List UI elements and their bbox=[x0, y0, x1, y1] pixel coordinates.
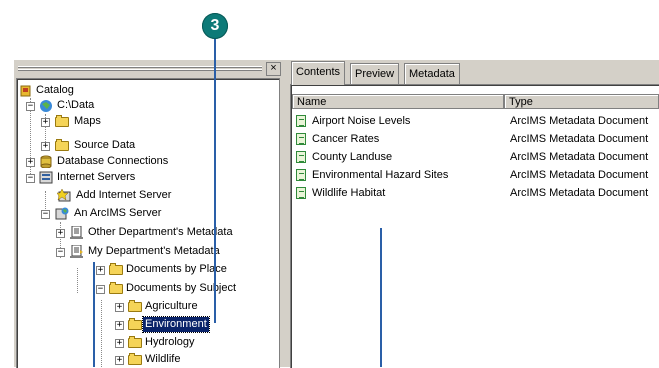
database-icon bbox=[39, 155, 53, 169]
expand-icon[interactable]: + bbox=[115, 321, 124, 330]
callout-leader-line bbox=[380, 228, 382, 367]
expand-icon[interactable]: + bbox=[115, 303, 124, 312]
tree-guide bbox=[101, 300, 103, 367]
folder-icon bbox=[128, 336, 142, 348]
metadata-service-icon bbox=[70, 225, 84, 239]
folder-icon bbox=[109, 282, 123, 294]
callout-leader-line bbox=[214, 38, 216, 323]
step-callout: 3 bbox=[202, 13, 228, 39]
collapse-icon[interactable]: − bbox=[41, 210, 50, 219]
collapse-icon[interactable]: − bbox=[26, 102, 35, 111]
tab-preview[interactable]: Preview bbox=[350, 63, 400, 84]
expand-icon[interactable]: + bbox=[115, 356, 124, 365]
server-icon bbox=[39, 171, 53, 184]
expand-icon[interactable]: + bbox=[56, 229, 65, 238]
collapse-icon[interactable]: − bbox=[26, 174, 35, 183]
tree-title-bar: × bbox=[16, 62, 281, 76]
expand-icon[interactable]: + bbox=[96, 266, 105, 275]
folder-icon bbox=[55, 139, 69, 151]
catalog-icon bbox=[20, 85, 31, 97]
metadata-service-icon bbox=[70, 244, 84, 258]
tab-contents[interactable]: Contents bbox=[291, 61, 346, 85]
open-folder-icon bbox=[128, 318, 142, 330]
close-icon: × bbox=[270, 62, 277, 74]
callout-leader-line bbox=[93, 262, 95, 367]
expand-icon[interactable]: + bbox=[26, 158, 35, 167]
metadata-document-icon bbox=[296, 115, 306, 127]
close-button[interactable]: × bbox=[266, 62, 281, 76]
grip-line bbox=[18, 69, 262, 71]
folder-icon bbox=[128, 353, 142, 365]
column-header-name[interactable]: Name bbox=[292, 94, 504, 109]
metadata-document-icon bbox=[296, 169, 306, 181]
expand-icon[interactable]: + bbox=[41, 142, 50, 151]
expand-icon[interactable]: + bbox=[115, 339, 124, 348]
folder-icon bbox=[55, 115, 69, 127]
grip-line bbox=[18, 66, 262, 68]
tab-metadata[interactable]: Metadata bbox=[404, 63, 460, 84]
metadata-document-icon bbox=[296, 187, 306, 199]
expand-icon[interactable]: + bbox=[41, 118, 50, 127]
column-header-type[interactable]: Type bbox=[504, 94, 659, 109]
drive-icon bbox=[39, 99, 53, 112]
metadata-document-icon bbox=[296, 151, 306, 163]
server-icon bbox=[55, 207, 69, 220]
folder-icon bbox=[109, 263, 123, 275]
add-server-icon bbox=[56, 188, 71, 202]
tree-guide bbox=[77, 268, 79, 293]
collapse-icon[interactable]: − bbox=[56, 248, 65, 257]
folder-icon bbox=[128, 300, 142, 312]
collapse-icon[interactable]: − bbox=[96, 285, 105, 294]
metadata-document-icon bbox=[296, 133, 306, 145]
selected-label: Environment bbox=[142, 316, 210, 333]
